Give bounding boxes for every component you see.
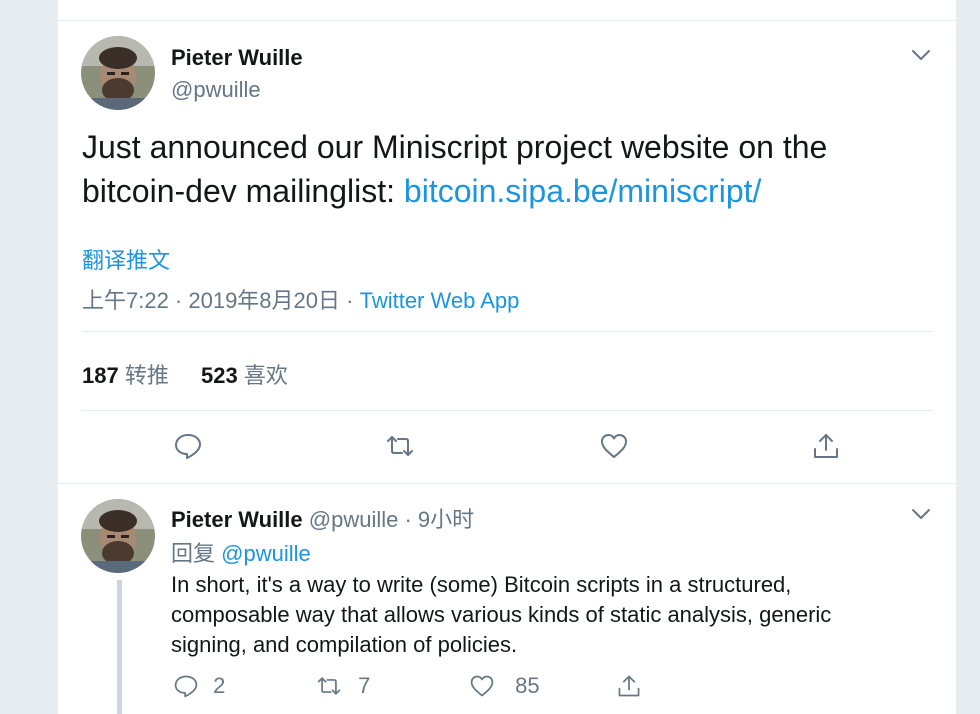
chevron-down-icon[interactable] xyxy=(909,502,933,526)
tweet-text: Just announced our Miniscript project we… xyxy=(82,125,932,213)
like-stat[interactable]: 523 喜欢 xyxy=(201,363,288,388)
retweet-icon[interactable] xyxy=(385,431,415,461)
retweet-action[interactable]: 7 xyxy=(316,672,370,699)
reply-icon xyxy=(174,675,198,698)
thread-line xyxy=(117,580,122,714)
reply-icon[interactable] xyxy=(173,431,203,461)
chevron-down-icon[interactable] xyxy=(909,43,933,67)
meta-separator: · xyxy=(340,288,360,313)
avatar[interactable] xyxy=(81,499,155,573)
reply-count: 2 xyxy=(213,673,226,699)
reply-header: Pieter Wuille @pwuille · 9小时 xyxy=(171,502,474,534)
reply-text: In short, it's a way to write (some) Bit… xyxy=(171,572,832,657)
share-icon[interactable] xyxy=(811,431,841,461)
retweet-count: 187 xyxy=(82,363,119,388)
like-label: 喜欢 xyxy=(243,363,288,388)
reply-time[interactable]: · 9小时 xyxy=(404,507,474,532)
author-handle[interactable]: @pwuille xyxy=(171,77,261,103)
retweet-label: 转推 xyxy=(124,363,169,388)
source-app[interactable]: Twitter Web App xyxy=(360,288,520,313)
reply-tweet[interactable]: Pieter Wuille @pwuille · 9小时 回复 @pwuille… xyxy=(57,484,957,714)
divider xyxy=(82,410,933,411)
tweet-meta: 上午7:22 · 2019年8月20日 · Twitter Web App xyxy=(82,283,519,315)
share-action[interactable] xyxy=(616,672,642,699)
like-icon xyxy=(470,675,494,697)
main-tweet: Pieter Wuille @pwuille Just announced ou… xyxy=(57,21,957,484)
retweet-stat[interactable]: 187 转推 xyxy=(82,363,169,388)
reply-label: 回复 xyxy=(171,541,216,566)
author-name[interactable]: Pieter Wuille xyxy=(171,45,303,71)
translate-link[interactable]: 翻译推文 xyxy=(82,243,170,275)
previous-tweet-stub xyxy=(57,0,957,21)
tweet-stats: 187 转推 523 喜欢 xyxy=(82,358,288,390)
like-count: 523 xyxy=(200,363,238,388)
divider xyxy=(82,331,933,332)
reply-action[interactable]: 2 xyxy=(173,672,225,699)
avatar[interactable] xyxy=(81,36,155,110)
retweet-icon xyxy=(317,677,341,695)
share-icon xyxy=(618,675,640,697)
retweet-count: 7 xyxy=(358,673,371,699)
reply-to-handle[interactable]: @pwuille xyxy=(221,541,311,566)
timestamp[interactable]: 上午7:22 · 2019年8月20日 xyxy=(82,288,340,313)
author-handle[interactable]: @pwuille xyxy=(309,507,399,532)
author-name[interactable]: Pieter Wuille xyxy=(171,507,303,532)
like-action[interactable]: 85 xyxy=(469,672,540,699)
replying-to: 回复 @pwuille xyxy=(171,536,311,568)
like-count: 85 xyxy=(515,673,540,699)
tweet-link[interactable]: bitcoin.sipa.be/miniscript/ xyxy=(404,173,761,209)
like-icon[interactable] xyxy=(599,431,629,461)
